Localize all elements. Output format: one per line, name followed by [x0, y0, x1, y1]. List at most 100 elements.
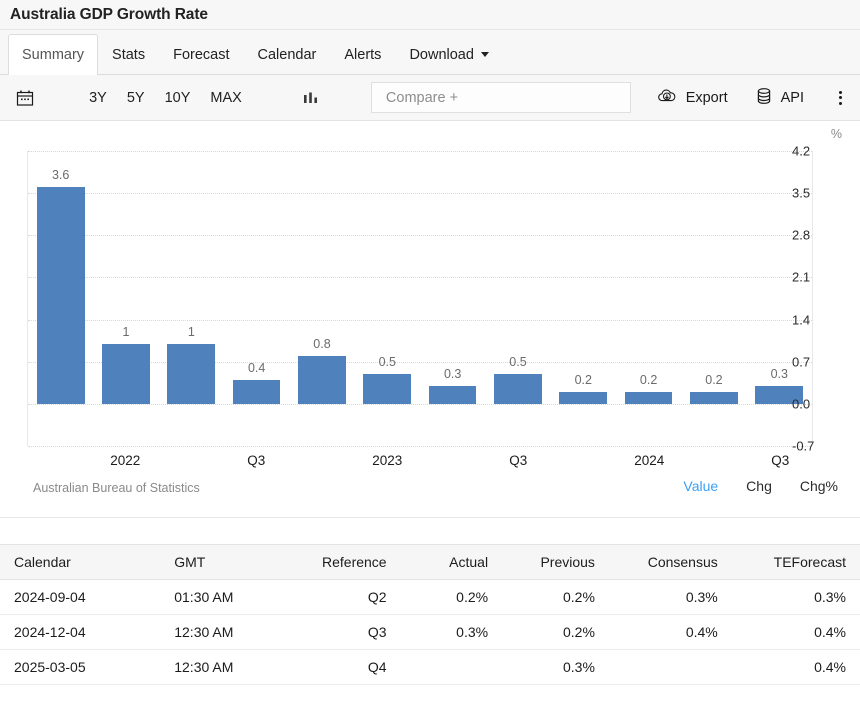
bar-value-label: 3.6 [28, 168, 93, 182]
bar-value-label: 1 [159, 325, 224, 339]
bar-value-label: 0.5 [485, 355, 550, 369]
tab-label: Download [409, 47, 474, 63]
column-header-teforecast[interactable]: TEForecast [732, 545, 860, 580]
bar[interactable] [625, 392, 673, 404]
cell-gmt: 12:30 AM [160, 615, 288, 650]
events-table-wrap: CalendarGMTReferenceActualPreviousConsen… [0, 544, 860, 685]
range-button-max[interactable]: MAX [200, 90, 251, 106]
table-row[interactable]: 2024-12-0412:30 AMQ30.3%0.2%0.4%0.4% [0, 615, 860, 650]
column-header-consensus[interactable]: Consensus [609, 545, 732, 580]
column-header-previous[interactable]: Previous [502, 545, 609, 580]
bar-slot[interactable]: 0.2 [681, 151, 746, 446]
bar-chart-icon[interactable] [298, 85, 323, 111]
compare-placeholder: Compare + [386, 90, 458, 106]
bar-slot[interactable]: 1 [93, 151, 158, 446]
bar-value-label: 0.8 [289, 337, 354, 351]
cell-reference: Q4 [288, 650, 400, 685]
page-title: Australia GDP Growth Rate [10, 6, 208, 24]
bar-value-label: 0.2 [681, 373, 746, 387]
calendar-icon[interactable] [12, 85, 37, 111]
bar[interactable] [429, 386, 477, 404]
cell-reference: Q2 [288, 580, 400, 615]
range-button-10y[interactable]: 10Y [155, 90, 201, 106]
cell-calendar: 2024-09-04 [0, 580, 160, 615]
cell-previous: 0.2% [502, 615, 609, 650]
bar[interactable] [559, 392, 607, 404]
bar-value-label: 0.2 [551, 373, 616, 387]
table-body: 2024-09-0401:30 AMQ20.2%0.2%0.3%0.3%2024… [0, 580, 860, 685]
tab-forecast[interactable]: Forecast [159, 34, 243, 74]
x-axis-tick: 2022 [110, 453, 140, 468]
metric-chgpct[interactable]: Chg% [800, 478, 838, 494]
title-bar: Australia GDP Growth Rate [0, 0, 860, 30]
bar-value-label: 0.4 [224, 361, 289, 375]
metric-chg[interactable]: Chg [746, 478, 772, 494]
chart-toolbar: 3Y5Y10YMAX Compare + Export [0, 75, 860, 121]
table-row[interactable]: 2025-03-0512:30 AMQ40.3%0.4% [0, 650, 860, 685]
column-header-calendar[interactable]: Calendar [0, 545, 160, 580]
chart-plot[interactable]: 3.6110.40.80.50.30.50.20.20.20.3 [27, 151, 813, 446]
bar[interactable] [37, 187, 85, 404]
column-header-actual[interactable]: Actual [401, 545, 502, 580]
bar-slot[interactable]: 3.6 [28, 151, 93, 446]
column-header-gmt[interactable]: GMT [160, 545, 288, 580]
tab-alerts[interactable]: Alerts [330, 34, 395, 74]
bar-value-label: 0.2 [616, 373, 681, 387]
range-selector: 3Y5Y10YMAX [79, 90, 252, 106]
cell-reference: Q3 [288, 615, 400, 650]
bar[interactable] [298, 356, 346, 404]
bar-slot[interactable]: 1 [159, 151, 224, 446]
chart-area: % 3.6110.40.80.50.30.50.20.20.20.3 4.23.… [0, 121, 860, 517]
cell-previous: 0.3% [502, 650, 609, 685]
api-button[interactable]: API [756, 87, 804, 109]
tab-summary[interactable]: Summary [8, 34, 98, 75]
range-button-3y[interactable]: 3Y [79, 90, 117, 106]
compare-input[interactable]: Compare + [371, 82, 631, 113]
tab-stats[interactable]: Stats [98, 34, 159, 74]
bar-slot[interactable]: 0.2 [616, 151, 681, 446]
y-axis-tick: 1.4 [792, 312, 810, 327]
cell-calendar: 2024-12-04 [0, 615, 160, 650]
bar-slot[interactable]: 0.4 [224, 151, 289, 446]
y-axis-tick: 3.5 [792, 186, 810, 201]
bar-slot[interactable]: 0.5 [355, 151, 420, 446]
range-button-5y[interactable]: 5Y [117, 90, 155, 106]
x-axis-tick: Q3 [247, 453, 265, 468]
bar-value-label: 0.5 [355, 355, 420, 369]
events-table: CalendarGMTReferenceActualPreviousConsen… [0, 544, 860, 685]
tab-calendar[interactable]: Calendar [244, 34, 331, 74]
bar[interactable] [363, 374, 411, 404]
bar-slot[interactable]: 0.8 [289, 151, 354, 446]
cell-gmt: 12:30 AM [160, 650, 288, 685]
table-row[interactable]: 2024-09-0401:30 AMQ20.2%0.2%0.3%0.3% [0, 580, 860, 615]
bar-slot[interactable]: 0.2 [551, 151, 616, 446]
x-axis-tick: 2024 [634, 453, 664, 468]
tab-download[interactable]: Download [395, 34, 503, 74]
tab-label: Stats [112, 47, 145, 63]
bar-slot[interactable]: 0.3 [420, 151, 485, 446]
column-header-reference[interactable]: Reference [288, 545, 400, 580]
api-label: API [781, 90, 804, 106]
metric-value[interactable]: Value [683, 478, 718, 494]
bar-slot[interactable]: 0.5 [485, 151, 550, 446]
cell-teforecast: 0.4% [732, 615, 860, 650]
bar[interactable] [494, 374, 542, 404]
cell-consensus [609, 650, 732, 685]
bar[interactable] [690, 392, 738, 404]
tab-label: Summary [22, 47, 84, 63]
cell-consensus: 0.4% [609, 615, 732, 650]
cell-teforecast: 0.4% [732, 650, 860, 685]
bar-value-label: 1 [93, 325, 158, 339]
gridline [28, 446, 812, 447]
cell-consensus: 0.3% [609, 580, 732, 615]
x-axis-tick: Q3 [771, 453, 789, 468]
y-axis-tick: -0.7 [792, 439, 814, 454]
bar[interactable] [167, 344, 215, 404]
bar-value-label: 0.3 [420, 367, 485, 381]
kebab-menu-icon[interactable] [832, 90, 850, 106]
cell-gmt: 01:30 AM [160, 580, 288, 615]
bar[interactable] [102, 344, 150, 404]
y-axis-tick: 0.0 [792, 396, 810, 411]
export-button[interactable]: Export [657, 88, 728, 108]
bar[interactable] [233, 380, 281, 404]
